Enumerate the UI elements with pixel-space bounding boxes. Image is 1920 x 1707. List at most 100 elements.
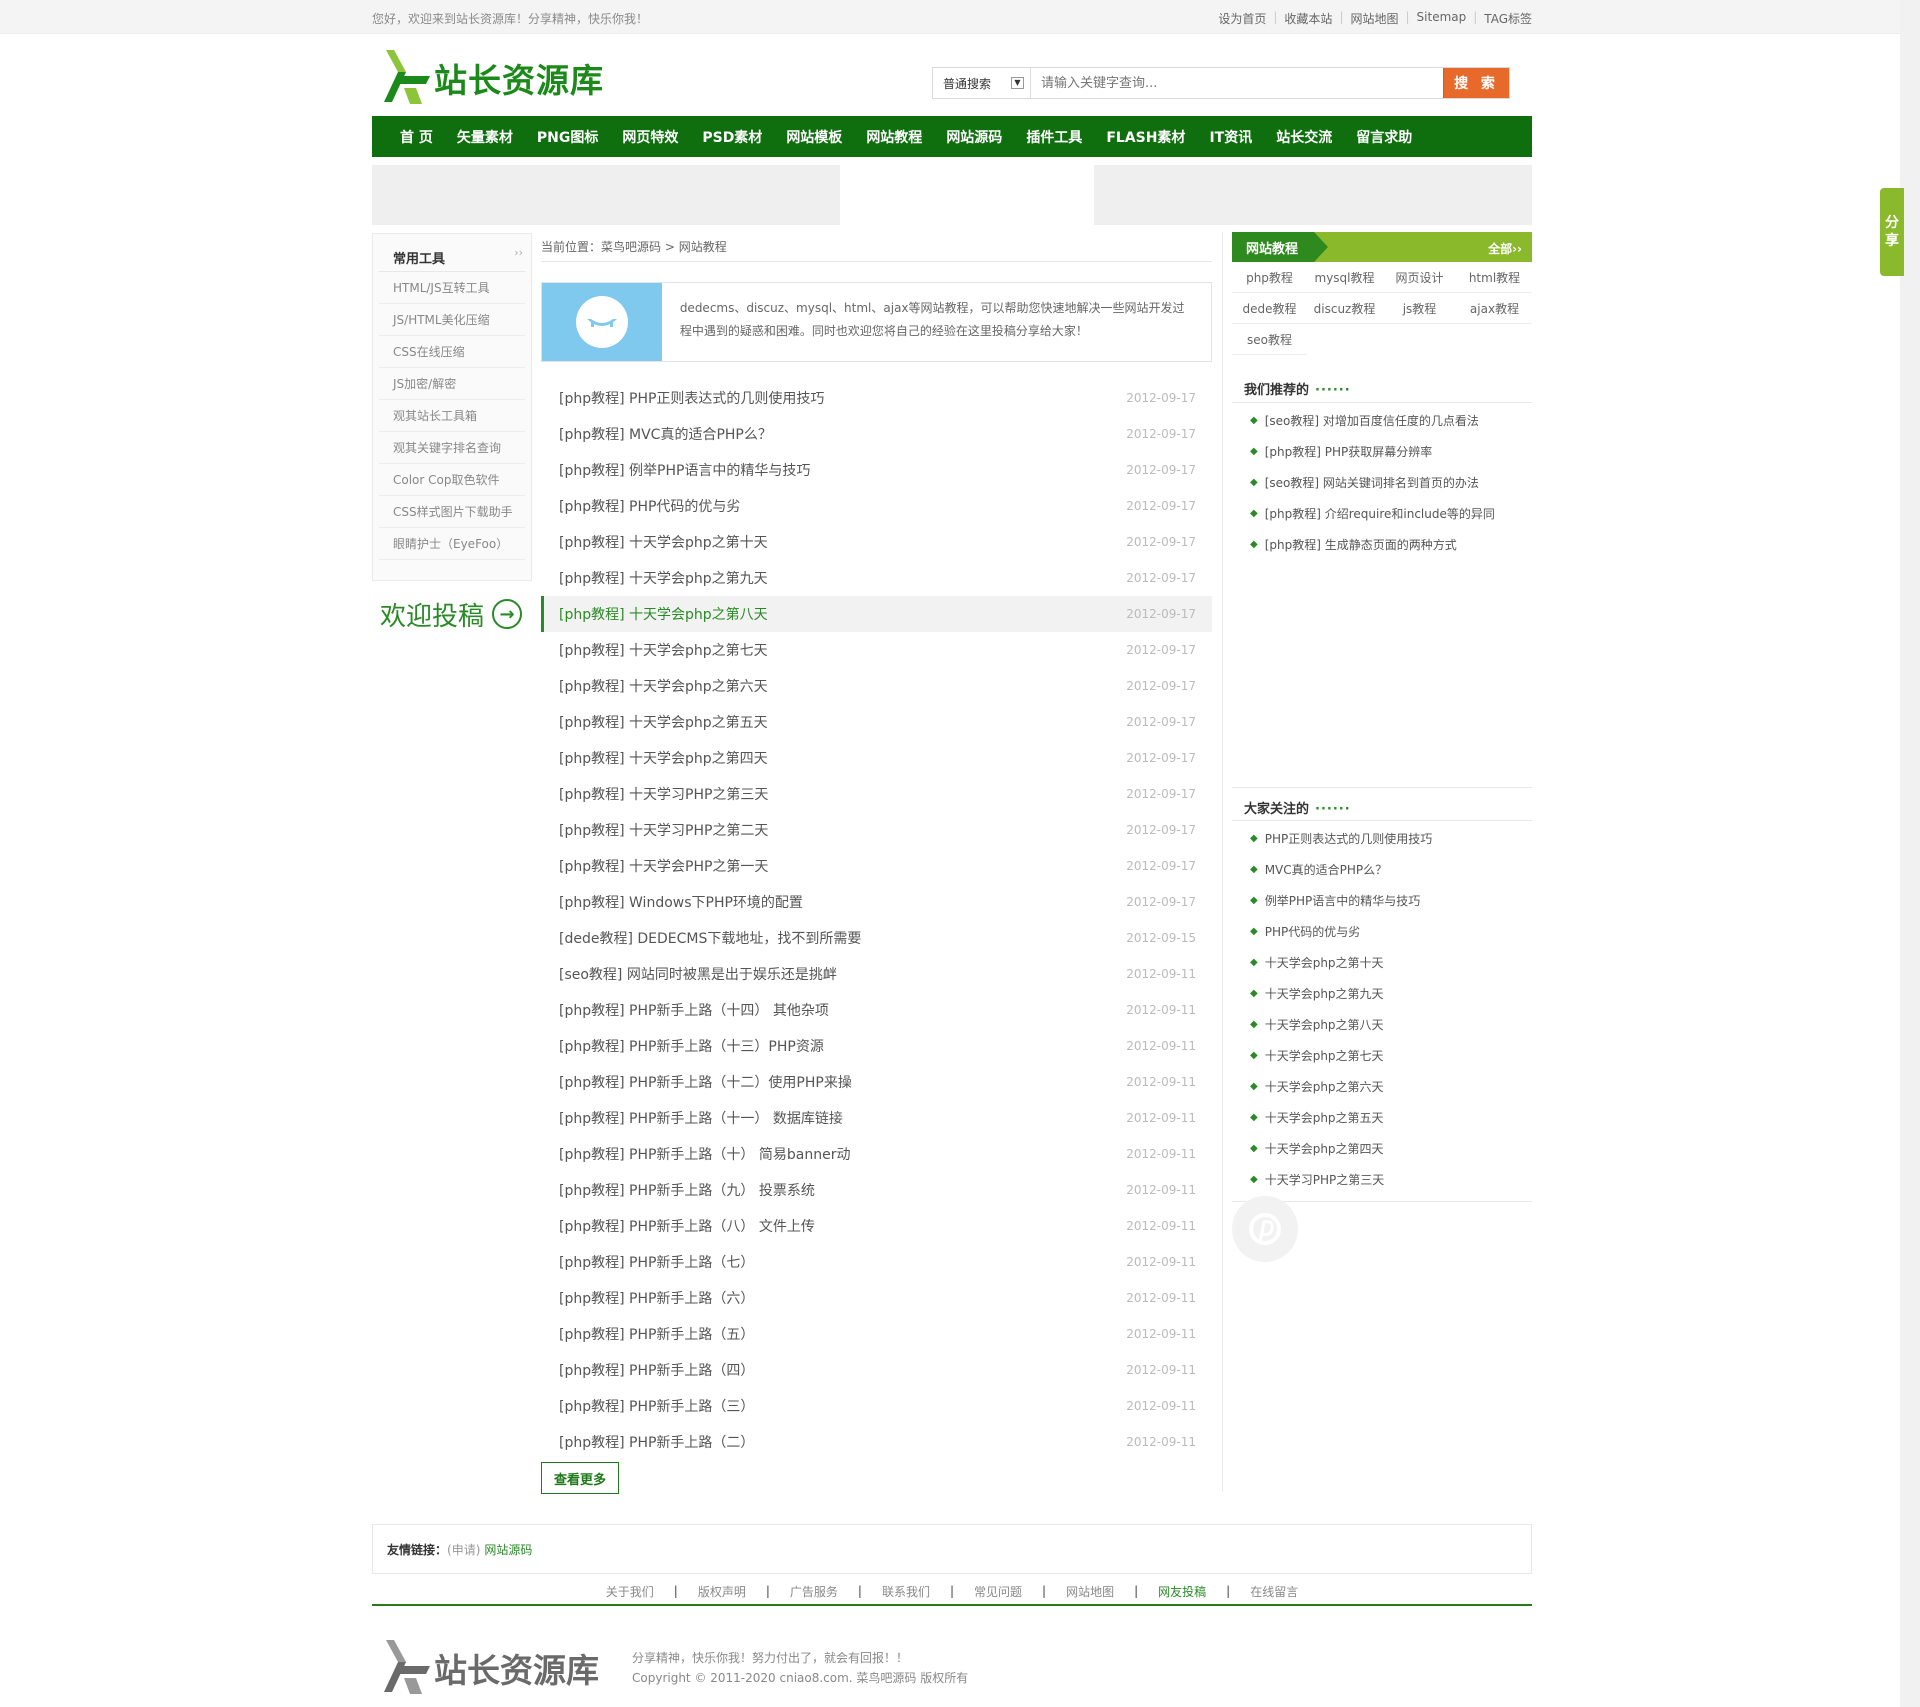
article-row[interactable]: [php教程] 例举PHP语言中的精华与技巧 2012-09-17 <box>541 452 1212 488</box>
footer-about-link[interactable]: 关于我们 <box>586 1583 674 1600</box>
tag-item[interactable]: 网页设计 <box>1382 262 1457 293</box>
article-row[interactable]: [php教程] 十天学会php之第七天 2012-09-17 <box>541 632 1212 668</box>
breadcrumb-home[interactable]: 菜鸟吧源码 <box>601 240 661 254</box>
footer-faq-link[interactable]: 常见问题 <box>954 1583 1042 1600</box>
footer-submit-link[interactable]: 网友投稿 <box>1138 1583 1226 1600</box>
tag-item[interactable]: dede教程 <box>1232 293 1307 324</box>
site-logo[interactable]: 站长资源库 <box>376 46 606 110</box>
tag-item[interactable]: ajax教程 <box>1457 293 1532 324</box>
search-input[interactable] <box>1031 68 1443 98</box>
footer-sitemap-link[interactable]: 网站地图 <box>1046 1583 1134 1600</box>
list-item[interactable]: ◆ [php教程] 生成静态页面的两种方式 <box>1232 529 1532 560</box>
article-row[interactable]: [php教程] PHP代码的优与劣 2012-09-17 <box>541 488 1212 524</box>
footer-copyright-link[interactable]: 版权声明 <box>678 1583 766 1600</box>
nav-source-code[interactable]: 网站源码 <box>946 127 1002 147</box>
list-item[interactable]: ◆ 十天学会php之第四天 <box>1232 1133 1532 1164</box>
list-item[interactable]: ◆ 十天学会php之第八天 <box>1232 1009 1532 1040</box>
ad-banner-left[interactable] <box>372 165 840 225</box>
article-row[interactable]: [php教程] PHP新手上路（十四） 其他杂项 2012-09-11 <box>541 992 1212 1028</box>
ad-banner-right[interactable] <box>1094 165 1532 225</box>
tool-item[interactable]: Color Cop取色软件 <box>379 464 525 496</box>
nav-web-effects[interactable]: 网页特效 <box>622 127 678 147</box>
article-row[interactable]: [dede教程] DEDECMS下载地址，找不到所需要 2012-09-15 <box>541 920 1212 956</box>
nav-psd[interactable]: PSD素材 <box>702 127 762 147</box>
footer-contact-link[interactable]: 联系我们 <box>862 1583 950 1600</box>
article-row[interactable]: [php教程] 十天学会php之第十天 2012-09-17 <box>541 524 1212 560</box>
apply-link[interactable]: (申请) <box>447 1541 480 1558</box>
tag-item[interactable]: discuz教程 <box>1307 293 1382 324</box>
article-row[interactable]: [php教程] MVC真的适合PHP么？ 2012-09-17 <box>541 416 1212 452</box>
tool-item[interactable]: JS加密/解密 <box>379 368 525 400</box>
nav-it-news[interactable]: IT资讯 <box>1209 127 1252 147</box>
search-button[interactable]: 搜 索 <box>1443 68 1509 98</box>
nav-forum[interactable]: 站长交流 <box>1276 127 1332 147</box>
article-row[interactable]: [php教程] PHP新手上路（六） 2012-09-11 <box>541 1280 1212 1316</box>
nav-help[interactable]: 留言求助 <box>1356 127 1412 147</box>
tag-item[interactable]: html教程 <box>1457 262 1532 293</box>
tag-item[interactable]: seo教程 <box>1232 324 1307 355</box>
tag-item[interactable]: js教程 <box>1382 293 1457 324</box>
share-tab[interactable]: 分 享 <box>1880 188 1904 276</box>
tag-item[interactable]: mysql教程 <box>1307 262 1382 293</box>
article-row[interactable]: [php教程] PHP新手上路（十二）使用PHP来操 2012-09-11 <box>541 1064 1212 1100</box>
tag-item[interactable]: php教程 <box>1232 262 1307 293</box>
footer-ads-link[interactable]: 广告服务 <box>770 1583 858 1600</box>
list-item[interactable]: ◆ PHP代码的优与劣 <box>1232 916 1532 947</box>
tag-link[interactable]: TAG标签 <box>1484 10 1532 27</box>
list-item[interactable]: ◆ 十天学会php之第九天 <box>1232 978 1532 1009</box>
sidebar-all-link[interactable]: 全部›› <box>1488 240 1522 257</box>
article-row[interactable]: [php教程] PHP新手上路（三） 2012-09-11 <box>541 1388 1212 1424</box>
article-row[interactable]: [php教程] PHP新手上路（十） 简易banner动 2012-09-11 <box>541 1136 1212 1172</box>
list-item[interactable]: ◆ 十天学会php之第十天 <box>1232 947 1532 978</box>
article-row[interactable]: [php教程] 十天学会php之第六天 2012-09-17 <box>541 668 1212 704</box>
tool-item[interactable]: JS/HTML美化压缩 <box>379 304 525 336</box>
tool-item[interactable]: HTML/JS互转工具 <box>379 272 525 304</box>
tool-item[interactable]: 观其站长工具箱 <box>379 400 525 432</box>
friend-link[interactable]: 网站源码 <box>484 1541 532 1558</box>
nav-plugins[interactable]: 插件工具 <box>1026 127 1082 147</box>
nav-flash[interactable]: FLASH素材 <box>1106 127 1185 147</box>
article-row[interactable]: [php教程] PHP新手上路（七） 2012-09-11 <box>541 1244 1212 1280</box>
nav-png-icons[interactable]: PNG图标 <box>537 127 598 147</box>
list-item[interactable]: ◆ 十天学会php之第五天 <box>1232 1102 1532 1133</box>
article-row[interactable]: [php教程] 十天学会PHP之第一天 2012-09-17 <box>541 848 1212 884</box>
sidebar-tab-tutorials[interactable]: 网站教程 <box>1232 232 1328 262</box>
article-row[interactable]: [php教程] 十天学会php之第五天 2012-09-17 <box>541 704 1212 740</box>
tools-more-link[interactable]: ›› <box>514 246 523 259</box>
set-homepage-link[interactable]: 设为首页 <box>1218 10 1266 27</box>
footer-message-link[interactable]: 在线留言 <box>1230 1583 1318 1600</box>
article-row[interactable]: [php教程] PHP新手上路（五） 2012-09-11 <box>541 1316 1212 1352</box>
article-row[interactable]: [php教程] PHP新手上路（四） 2012-09-11 <box>541 1352 1212 1388</box>
article-row[interactable]: [php教程] PHP新手上路（十一） 数据库链接 2012-09-11 <box>541 1100 1212 1136</box>
list-item[interactable]: ◆ 十天学会php之第六天 <box>1232 1071 1532 1102</box>
tool-item[interactable]: CSS在线压缩 <box>379 336 525 368</box>
bookmark-link[interactable]: 收藏本站 <box>1284 10 1332 27</box>
tool-item[interactable]: CSS样式图片下载助手 <box>379 496 525 528</box>
site-map-link[interactable]: 网站地图 <box>1350 10 1398 27</box>
list-item[interactable]: ◆ [php教程] 介绍require和include等的异同 <box>1232 498 1532 529</box>
article-row[interactable]: [php教程] 十天学会php之第九天 2012-09-17 <box>541 560 1212 596</box>
list-item[interactable]: ◆ MVC真的适合PHP么？ <box>1232 854 1532 885</box>
tool-item[interactable]: 眼睛护士（EyeFoo） <box>379 528 525 560</box>
article-row[interactable]: [php教程] PHP新手上路（十三）PHP资源 2012-09-11 <box>541 1028 1212 1064</box>
breadcrumb-current[interactable]: 网站教程 <box>679 240 727 254</box>
list-item[interactable]: ◆ [seo教程] 网站关键词排名到首页的办法 <box>1232 467 1532 498</box>
article-row[interactable]: [seo教程] 网站同时被黑是出于娱乐还是挑衅 2012-09-11 <box>541 956 1212 992</box>
article-row[interactable]: [php教程] PHP新手上路（八） 文件上传 2012-09-11 <box>541 1208 1212 1244</box>
nav-vector[interactable]: 矢量素材 <box>457 127 513 147</box>
article-row[interactable]: [php教程] PHP新手上路（二） 2012-09-11 <box>541 1424 1212 1460</box>
article-row[interactable]: [php教程] Windows下PHP环境的配置 2012-09-17 <box>541 884 1212 920</box>
nav-tutorials[interactable]: 网站教程 <box>866 127 922 147</box>
nav-templates[interactable]: 网站模板 <box>786 127 842 147</box>
nav-home[interactable]: 首 页 <box>400 127 433 147</box>
tool-item[interactable]: 观其关键字排名查询 <box>379 432 525 464</box>
article-row[interactable]: [php教程] 十天学习PHP之第二天 2012-09-17 <box>541 812 1212 848</box>
article-row[interactable]: [php教程] 十天学习PHP之第三天 2012-09-17 <box>541 776 1212 812</box>
article-row[interactable]: [php教程] 十天学会php之第四天 2012-09-17 <box>541 740 1212 776</box>
sitemap-link[interactable]: Sitemap <box>1417 10 1467 27</box>
list-item[interactable]: ◆ PHP正则表达式的几则使用技巧 <box>1232 823 1532 854</box>
article-row[interactable]: [php教程] PHP正则表达式的几则使用技巧 2012-09-17 <box>541 380 1212 416</box>
article-row[interactable]: [php教程] PHP新手上路（九） 投票系统 2012-09-11 <box>541 1172 1212 1208</box>
search-scope-select[interactable]: 普通搜索 ▼ <box>933 68 1031 98</box>
list-item[interactable]: ◆ [seo教程] 对增加百度信任度的几点看法 <box>1232 405 1532 436</box>
